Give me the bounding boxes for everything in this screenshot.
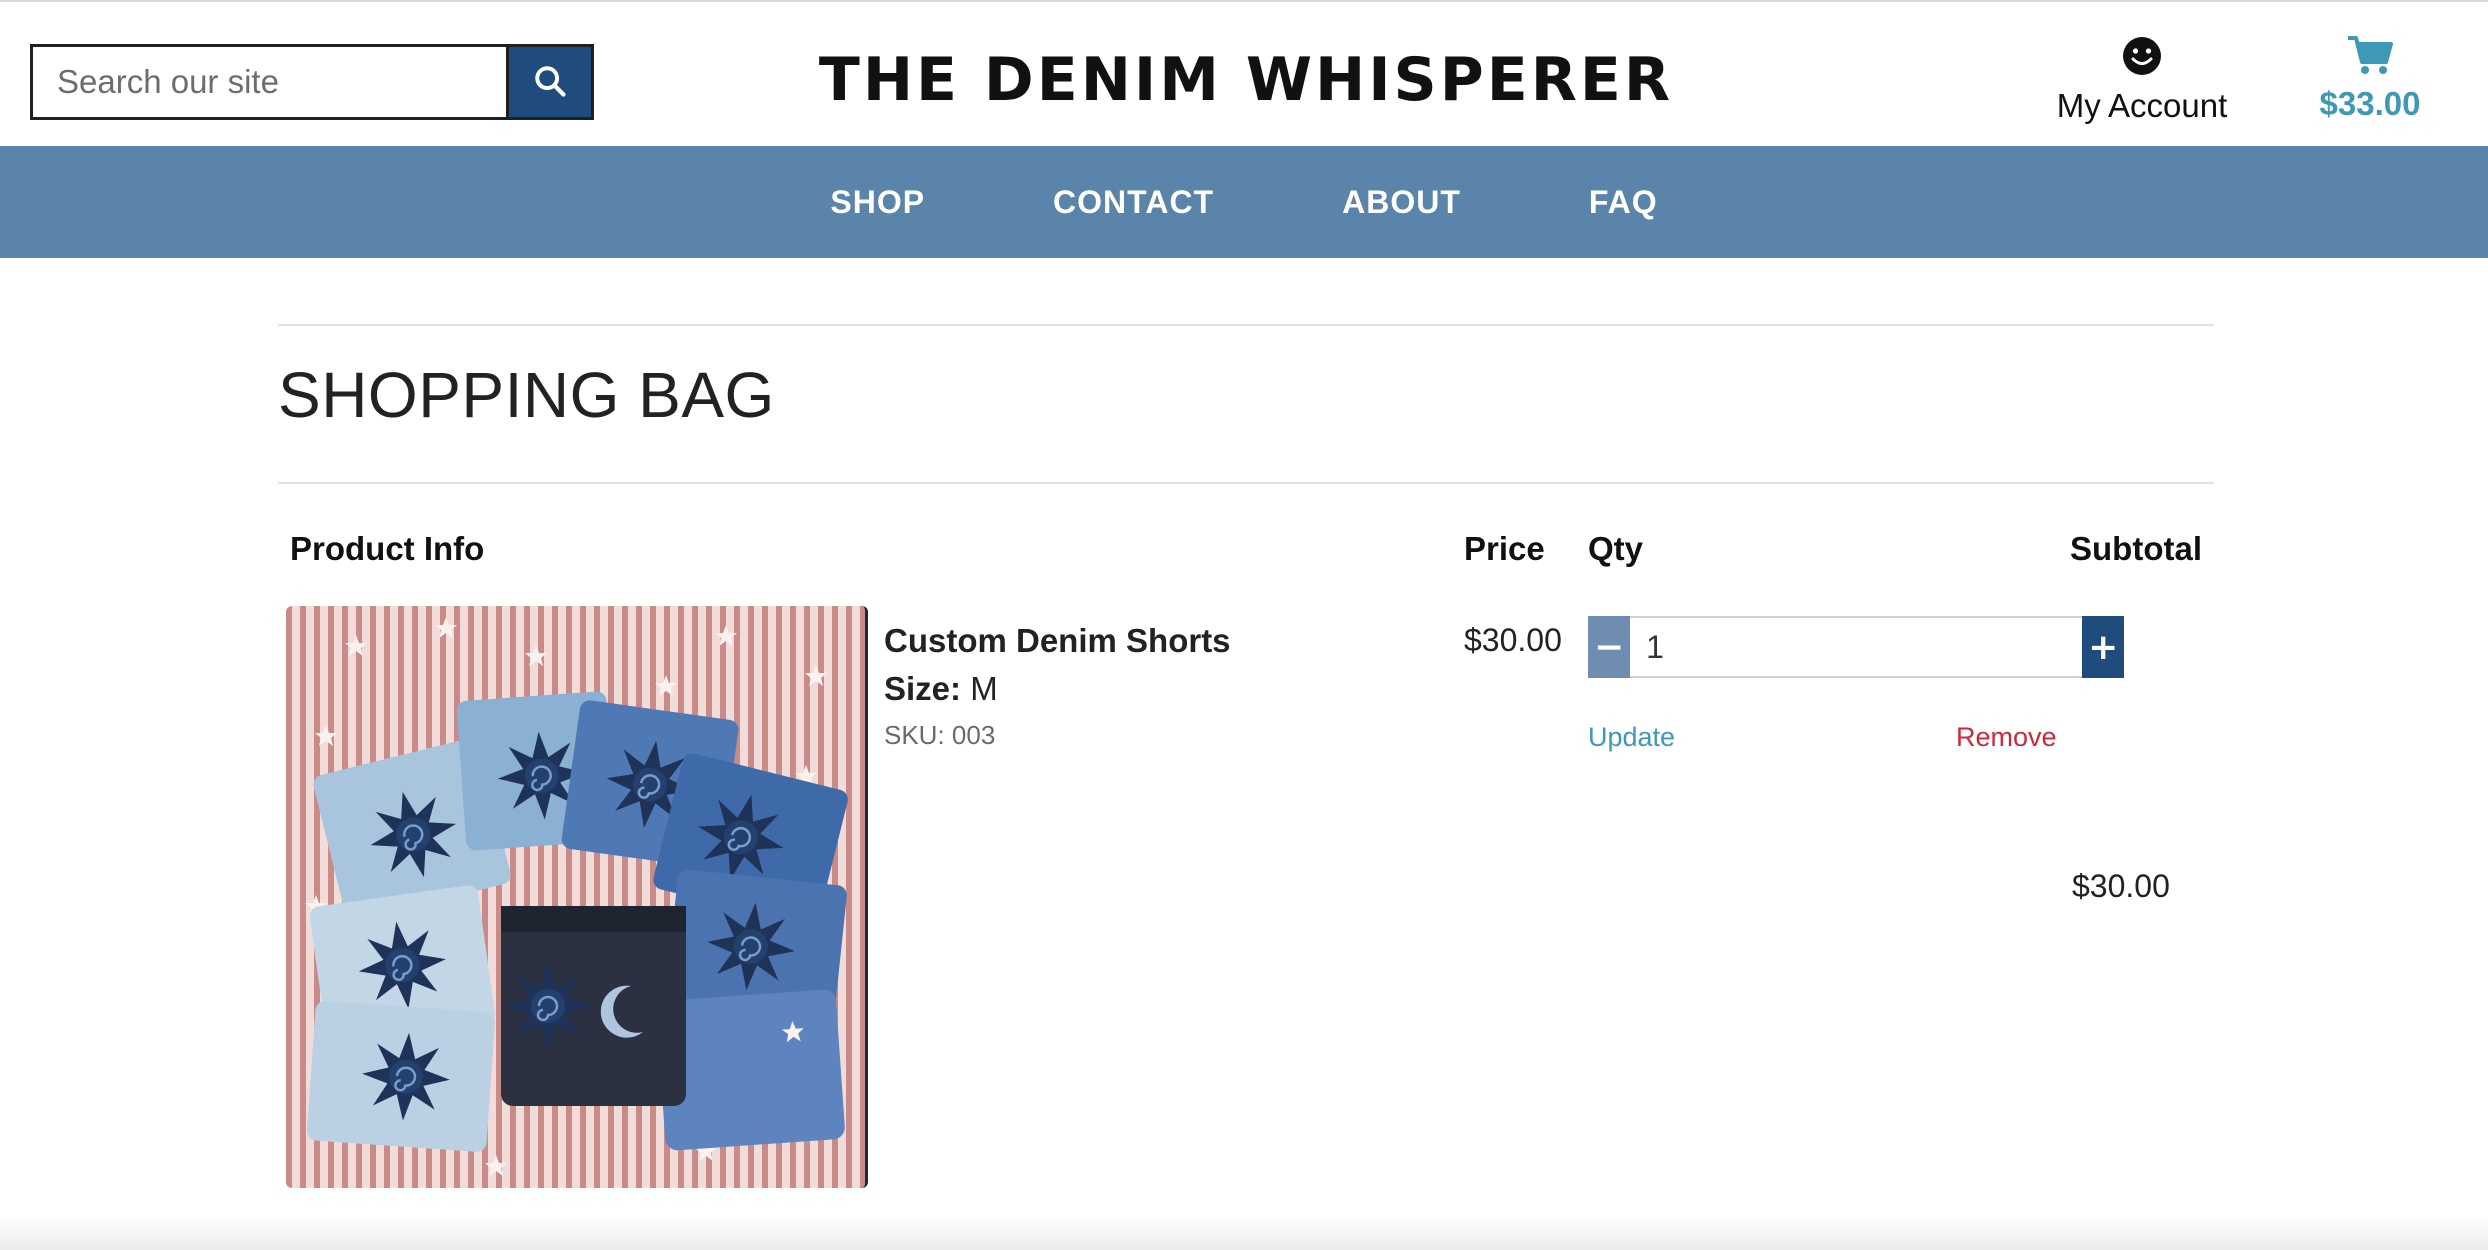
product-price: $30.00 xyxy=(1464,622,1562,658)
quantity-input[interactable] xyxy=(1630,616,2083,678)
my-account-link[interactable]: My Account xyxy=(2040,36,2244,126)
product-image[interactable] xyxy=(286,606,868,1188)
page-title: SHOPPING BAG xyxy=(278,359,775,431)
product-sku: SKU: 003 xyxy=(884,720,996,750)
nav-shop[interactable]: SHOP xyxy=(830,184,925,221)
bottom-shadow xyxy=(0,1216,2488,1250)
line-subtotal: $30.00 xyxy=(2072,868,2170,904)
minus-icon: − xyxy=(1594,626,1625,668)
column-header-price: Price xyxy=(1464,530,1545,567)
size-value: M xyxy=(970,670,998,707)
column-header-subtotal: Subtotal xyxy=(2070,530,2202,567)
nav-about[interactable]: ABOUT xyxy=(1342,184,1461,221)
column-header-product-info: Product Info xyxy=(290,530,485,567)
nav-contact[interactable]: CONTACT xyxy=(1053,184,1214,221)
update-link[interactable]: Update xyxy=(1588,722,1675,753)
product-name[interactable]: Custom Denim Shorts xyxy=(884,622,1231,660)
plus-icon: + xyxy=(2088,626,2119,668)
quantity-stepper: − + xyxy=(1588,616,2125,678)
top-divider xyxy=(0,0,2488,2)
search-input[interactable] xyxy=(33,47,506,117)
increase-qty-button[interactable]: + xyxy=(2082,616,2125,678)
smiley-icon xyxy=(2122,36,2162,81)
shopping-cart-icon xyxy=(2346,34,2394,81)
product-size: Size: M xyxy=(884,670,998,708)
search-bar xyxy=(30,44,594,120)
cart-total: $33.00 xyxy=(2319,85,2421,122)
site-logo[interactable]: THE DENIM WHISPERER xyxy=(819,36,1670,124)
column-header-qty: Qty xyxy=(1588,530,1644,567)
search-button[interactable] xyxy=(506,47,591,117)
main-nav: SHOP CONTACT ABOUT FAQ xyxy=(0,146,2488,258)
logo-text: THE DENIM WHISPERER xyxy=(818,45,1674,115)
account-label: My Account xyxy=(2056,87,2228,124)
cart-link[interactable]: $33.00 xyxy=(2300,34,2440,126)
title-top-divider xyxy=(278,324,2214,326)
nav-faq[interactable]: FAQ xyxy=(1589,184,1658,221)
size-label: Size: xyxy=(884,670,962,707)
decrease-qty-button[interactable]: − xyxy=(1588,616,1631,678)
remove-link[interactable]: Remove xyxy=(1956,722,2057,753)
title-bottom-divider xyxy=(278,482,2214,484)
search-icon xyxy=(533,64,567,101)
